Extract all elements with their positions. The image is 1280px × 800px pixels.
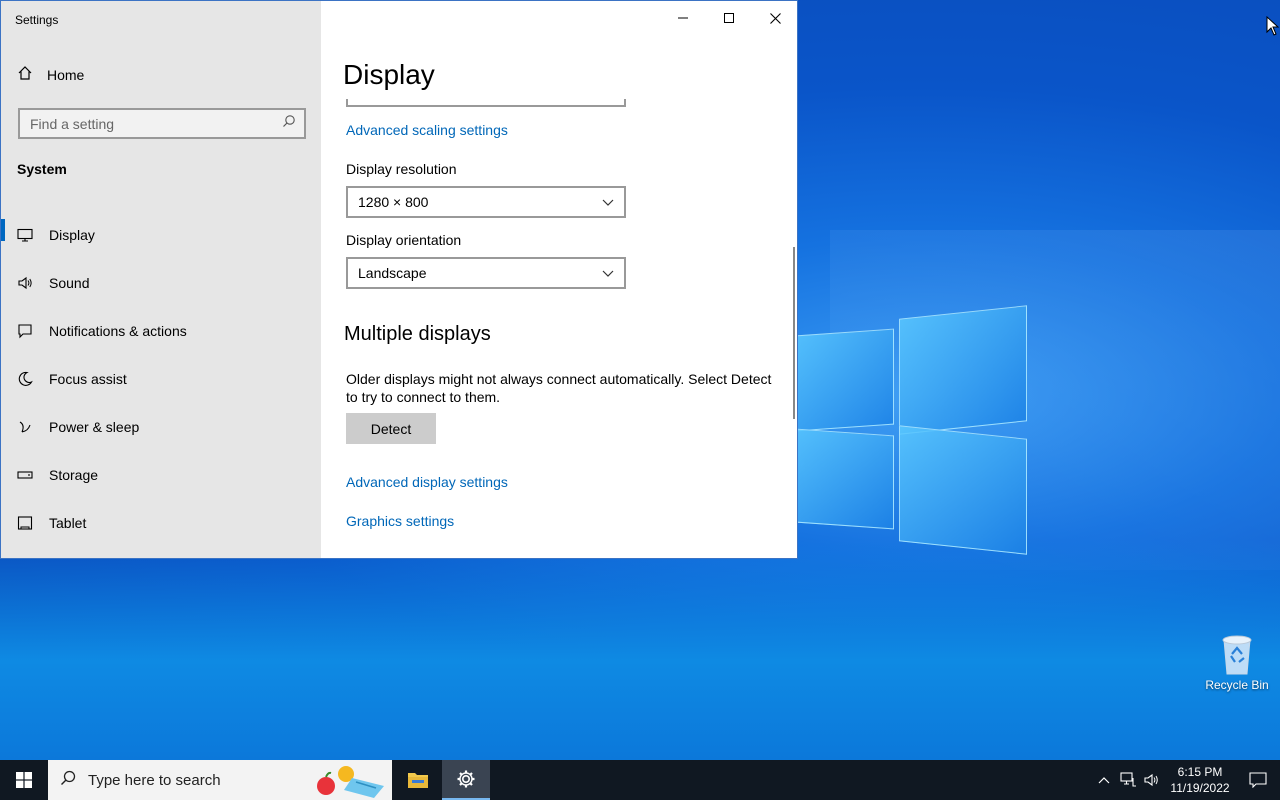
orientation-label: Display orientation bbox=[346, 232, 462, 248]
sidebar-item-sound[interactable]: Sound bbox=[1, 259, 321, 307]
clock-time: 6:15 PM bbox=[1177, 765, 1223, 779]
taskbar-search-box[interactable]: Type here to search bbox=[48, 760, 392, 800]
mouse-cursor-icon bbox=[1266, 15, 1280, 41]
recycle-bin-label: Recycle Bin bbox=[1205, 678, 1269, 692]
orientation-value: Landscape bbox=[358, 265, 427, 281]
sidebar-nav: Display Sound Notifications & actions Fo… bbox=[1, 211, 321, 547]
moon-icon bbox=[17, 371, 33, 387]
sidebar-item-label: Power & sleep bbox=[49, 419, 140, 435]
minimize-button[interactable] bbox=[660, 1, 706, 35]
sidebar-item-label: Notifications & actions bbox=[49, 323, 187, 339]
sidebar-item-focus-assist[interactable]: Focus assist bbox=[1, 355, 321, 403]
multiple-displays-description: Older displays might not always connect … bbox=[346, 371, 772, 405]
settings-content: Display Advanced scaling settings Displa… bbox=[321, 1, 797, 558]
minimize-icon bbox=[678, 17, 688, 19]
sidebar-item-label: Focus assist bbox=[49, 371, 127, 387]
sidebar-item-storage[interactable]: Storage bbox=[1, 451, 321, 499]
settings-sidebar: Settings Home System Display bbox=[1, 1, 321, 558]
advanced-scaling-link[interactable]: Advanced scaling settings bbox=[346, 122, 508, 138]
chevron-down-icon bbox=[602, 194, 614, 210]
taskbar-clock[interactable]: 6:15 PM 11/19/2022 bbox=[1164, 764, 1236, 796]
resolution-dropdown[interactable]: 1280 × 800 bbox=[346, 186, 626, 218]
recycle-bin-icon bbox=[1218, 632, 1256, 675]
system-tray: 6:15 PM 11/19/2022 bbox=[1092, 760, 1280, 800]
sidebar-item-tablet[interactable]: Tablet bbox=[1, 499, 321, 547]
multiple-displays-heading: Multiple displays bbox=[344, 323, 491, 345]
scale-dropdown-partial[interactable] bbox=[346, 99, 626, 107]
maximize-button[interactable] bbox=[706, 1, 752, 35]
notification-icon bbox=[1249, 772, 1267, 788]
speaker-icon bbox=[1144, 773, 1158, 787]
network-button[interactable] bbox=[1116, 760, 1140, 800]
sidebar-item-power-sleep[interactable]: Power & sleep bbox=[1, 403, 321, 451]
power-icon bbox=[17, 419, 33, 435]
home-label: Home bbox=[47, 66, 85, 83]
home-nav-item[interactable]: Home bbox=[17, 65, 84, 84]
speaker-icon bbox=[17, 275, 33, 291]
search-icon[interactable] bbox=[282, 114, 296, 133]
resolution-value: 1280 × 800 bbox=[358, 194, 429, 210]
home-icon bbox=[17, 65, 33, 84]
window-caption-buttons bbox=[660, 1, 797, 35]
sidebar-item-display[interactable]: Display bbox=[1, 211, 321, 259]
find-setting-input[interactable] bbox=[30, 115, 282, 132]
window-title: Settings bbox=[15, 13, 59, 27]
sidebar-item-label: Display bbox=[49, 227, 95, 243]
action-center-button[interactable] bbox=[1236, 760, 1280, 800]
page-title: Display bbox=[343, 59, 435, 90]
taskbar: Type here to search 6:15 PM 11/19/2022 bbox=[0, 760, 1280, 800]
notification-icon bbox=[17, 323, 33, 339]
detect-button[interactable]: Detect bbox=[346, 413, 436, 444]
clock-date: 11/19/2022 bbox=[1170, 781, 1230, 795]
content-scrollbar[interactable] bbox=[793, 247, 795, 419]
windows-logo-wallpaper bbox=[796, 305, 1030, 555]
search-highlight-icon bbox=[314, 764, 392, 798]
find-setting-search[interactable] bbox=[18, 108, 306, 139]
taskbar-search-placeholder: Type here to search bbox=[88, 771, 221, 789]
network-icon bbox=[1120, 772, 1136, 787]
settings-window: Settings Home System Display bbox=[0, 0, 798, 559]
sidebar-item-label: Tablet bbox=[49, 515, 87, 531]
storage-icon bbox=[17, 467, 33, 483]
show-hidden-icons-button[interactable] bbox=[1092, 760, 1116, 800]
desktop-glow bbox=[0, 540, 1280, 760]
resolution-label: Display resolution bbox=[346, 161, 457, 177]
section-label-system: System bbox=[17, 161, 67, 177]
gear-icon bbox=[457, 770, 475, 788]
orientation-dropdown[interactable]: Landscape bbox=[346, 257, 626, 289]
taskbar-settings[interactable] bbox=[442, 760, 490, 800]
sidebar-item-label: Sound bbox=[49, 275, 90, 291]
tablet-icon bbox=[17, 515, 33, 531]
volume-button[interactable] bbox=[1140, 760, 1164, 800]
recycle-bin-shortcut[interactable]: Recycle Bin bbox=[1200, 632, 1274, 692]
taskbar-file-explorer[interactable] bbox=[394, 760, 442, 800]
monitor-icon bbox=[17, 227, 33, 243]
windows-start-icon bbox=[16, 772, 32, 788]
folder-icon bbox=[408, 773, 428, 788]
sidebar-item-label: Storage bbox=[49, 467, 99, 483]
maximize-icon bbox=[724, 13, 734, 23]
chevron-up-icon bbox=[1098, 777, 1110, 784]
close-icon bbox=[769, 12, 781, 24]
advanced-display-link[interactable]: Advanced display settings bbox=[346, 474, 508, 490]
sidebar-item-notifications[interactable]: Notifications & actions bbox=[1, 307, 321, 355]
chevron-down-icon bbox=[602, 265, 614, 281]
search-icon bbox=[60, 770, 76, 790]
start-button[interactable] bbox=[0, 760, 48, 800]
close-button[interactable] bbox=[752, 1, 797, 35]
graphics-settings-link[interactable]: Graphics settings bbox=[346, 513, 454, 529]
